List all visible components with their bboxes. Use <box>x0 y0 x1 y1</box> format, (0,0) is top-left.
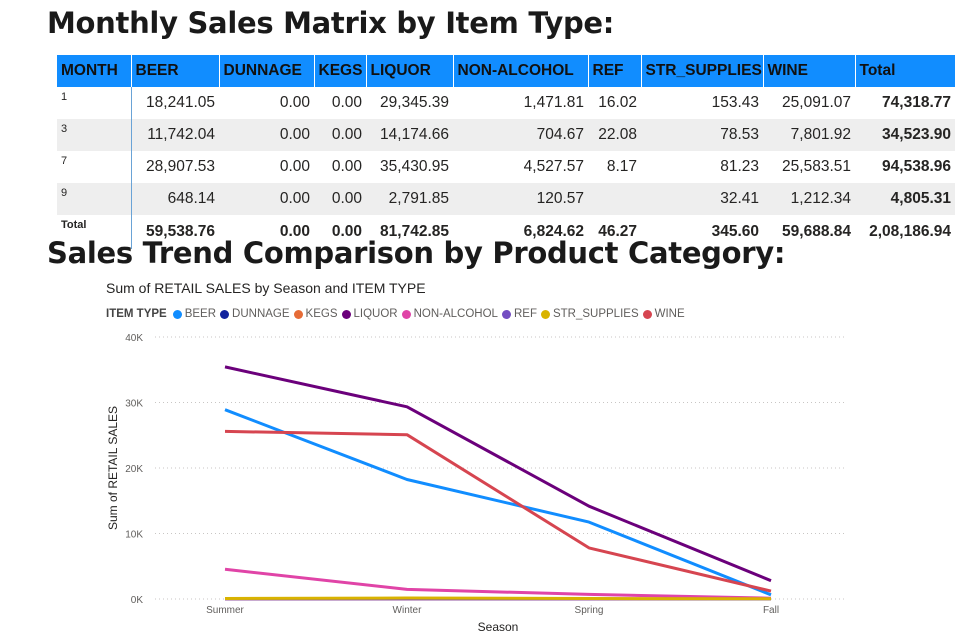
series-line-liquor <box>224 365 772 583</box>
x-axis-title: Season <box>478 620 519 634</box>
y-tick-label: 30K <box>125 399 143 410</box>
x-tick-label: Winter <box>393 605 423 616</box>
y-tick-label: 20K <box>125 464 143 475</box>
y-tick-label: 10K <box>125 530 143 541</box>
y-axis-title: Sum of RETAIL SALES <box>106 406 120 530</box>
line-chart: 0K 10K 20K 30K 40K Summer Winter Spring Fall Seas… <box>106 333 845 634</box>
x-tick-label: Summer <box>206 605 244 616</box>
series-line-beer <box>224 408 772 597</box>
y-tick-label: 40K <box>125 333 143 344</box>
x-tick-label: Fall <box>763 605 779 616</box>
series-line-non-alcohol <box>224 567 772 600</box>
series-line-str-supplies <box>224 596 772 601</box>
x-tick-label: Spring <box>575 605 604 616</box>
y-tick-label: 0K <box>131 595 144 606</box>
